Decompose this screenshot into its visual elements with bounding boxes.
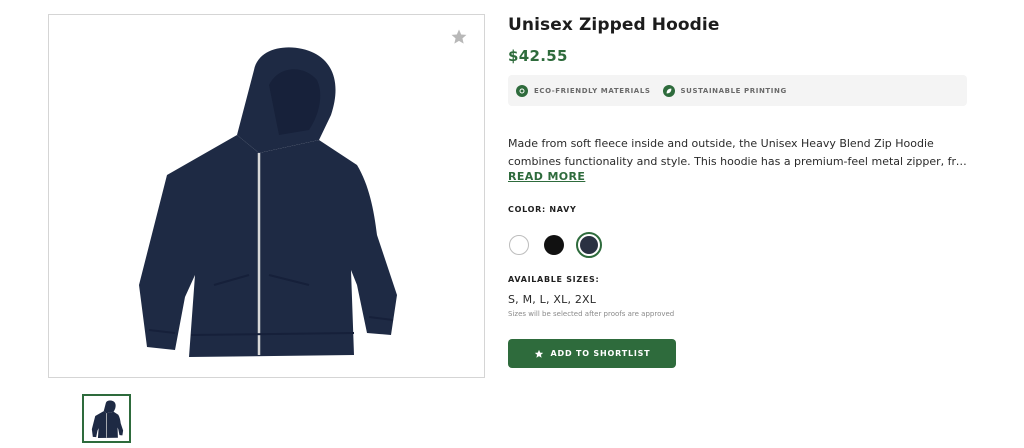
product-title: Unisex Zipped Hoodie <box>508 15 720 35</box>
color-swatch-navy[interactable] <box>576 232 602 258</box>
swatch-fill <box>580 236 598 254</box>
description-line: Made from soft fleece inside and outside… <box>508 137 934 150</box>
color-swatch-black[interactable] <box>544 235 564 255</box>
read-more-link[interactable]: READ MORE <box>508 170 585 183</box>
shortlist-button-label: ADD TO SHORTLIST <box>550 349 651 358</box>
add-to-shortlist-button[interactable]: ADD TO SHORTLIST <box>508 339 676 368</box>
badge-label: SUSTAINABLE PRINTING <box>680 86 787 95</box>
favorite-star-icon[interactable] <box>448 26 470 48</box>
product-description: Made from soft fleece inside and outside… <box>508 135 968 170</box>
eco-icon <box>516 84 528 97</box>
badge-sustainable-printing: SUSTAINABLE PRINTING <box>662 84 787 97</box>
sizes-value: S, M, L, XL, 2XL <box>508 293 597 306</box>
leaf-icon <box>662 84 675 97</box>
sizes-note: Sizes will be selected after proofs are … <box>508 310 675 318</box>
color-label: COLOR: NAVY <box>508 205 577 214</box>
description-line: combines functionality and style. This h… <box>508 154 968 168</box>
hoodie-product-image <box>139 47 397 357</box>
product-thumbnail[interactable] <box>82 394 131 443</box>
sizes-label: AVAILABLE SIZES: <box>508 275 600 284</box>
product-image-frame <box>48 14 485 378</box>
hoodie-thumbnail-image <box>91 400 123 438</box>
star-icon <box>534 349 543 358</box>
color-swatch-white[interactable] <box>509 235 529 255</box>
badge-eco-friendly: ECO-FRIENDLY MATERIALS <box>516 84 651 97</box>
sustainability-badges: ECO-FRIENDLY MATERIALS SUSTAINABLE PRINT… <box>508 75 967 106</box>
product-price: $42.55 <box>508 47 568 65</box>
badge-label: ECO-FRIENDLY MATERIALS <box>534 86 651 95</box>
